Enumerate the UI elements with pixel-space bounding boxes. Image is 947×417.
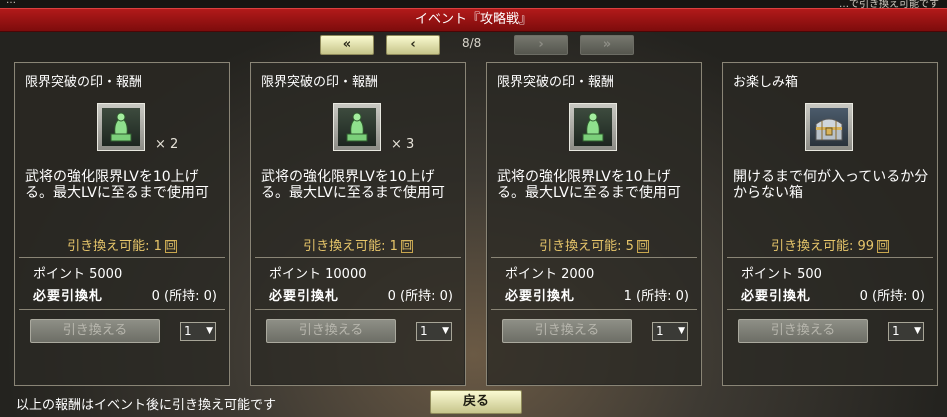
ticket-label: 必要引換札 [741,289,812,304]
reward-card: 限界突破の印・報酬 × 3 武将の強化限界LVを10上げる。最大LVに至るまで使… [250,62,466,386]
first-page-button[interactable]: « [320,35,374,55]
points-cost: ポイント 10000 [269,267,367,282]
reward-title: お楽しみ箱 [733,75,799,90]
quantity-select-value: 1 [892,324,900,338]
exchangeable-label: 引き換え可能: 1 [303,239,398,254]
reward-title: 限界突破の印・報酬 [25,75,143,90]
quantity-select[interactable]: 1 ▼ [180,322,216,341]
divider [727,257,933,258]
times-unit-badge: 回 [877,240,890,253]
back-button[interactable]: 戻る [430,390,522,414]
reward-title: 限界突破の印・報酬 [261,75,379,90]
exchange-button[interactable]: 引き換える [266,319,396,343]
exchange-button[interactable]: 引き換える [502,319,632,343]
quantity-select[interactable]: 1 ▼ [652,322,688,341]
divider [255,309,461,310]
times-unit-badge: 回 [164,240,177,253]
jade-seal-icon [97,103,145,151]
event-title-bar: イベント『攻略戦』 [0,8,947,32]
top-status-strip: … …で引き換え可能です [0,0,947,8]
reward-title: 限界突破の印・報酬 [497,75,615,90]
exchange-button[interactable]: 引き換える [738,319,868,343]
divider [255,257,461,258]
reward-card: お楽しみ箱 開けるまで何が入っているか分からない箱 引き換え可能: 99 回 ポイ… [722,62,938,386]
top-left-text: … [6,0,16,6]
quantity-select-value: 1 [420,324,428,338]
treasure-chest-icon [805,103,853,151]
exchange-button[interactable]: 引き換える [30,319,160,343]
top-right-text: …で引き換え可能です [839,0,939,8]
divider [491,257,697,258]
exchangeable-count: 引き換え可能: 99 回 [723,235,937,254]
divider [19,257,225,258]
jade-seal-icon [569,103,617,151]
points-cost: ポイント 2000 [505,267,595,282]
exchangeable-count: 引き換え可能: 5回 [487,235,701,254]
exchangeable-label: 引き換え可能: 1 [67,239,162,254]
ticket-value: 0 (所持: 0) [387,289,453,304]
page-indicator: 8/8 [462,36,482,50]
last-page-button[interactable]: » [580,35,634,55]
times-unit-badge: 回 [400,240,413,253]
quantity-select[interactable]: 1 ▼ [416,322,452,341]
points-cost: ポイント 5000 [33,267,123,282]
quantity-select-value: 1 [656,324,664,338]
chevron-down-icon: ▼ [678,326,685,336]
exchangeable-count: 引き換え可能: 1回 [251,235,465,254]
footer-note: 以上の報酬はイベント後に引き換え可能です [16,398,277,413]
exchangeable-label: 引き換え可能: 99 [770,239,875,254]
reward-quantity: × 3 [391,137,415,152]
quantity-select[interactable]: 1 ▼ [888,322,924,341]
ticket-label: 必要引換札 [33,289,104,304]
exchangeable-label: 引き換え可能: 5 [539,239,634,254]
reward-description: 開けるまで何が入っているか分からない箱 [733,169,929,201]
chevron-down-icon: ▼ [914,326,921,336]
ticket-value: 1 (所持: 0) [623,289,689,304]
quantity-select-value: 1 [184,324,192,338]
divider [19,309,225,310]
ticket-label: 必要引換札 [269,289,340,304]
jade-seal-icon [333,103,381,151]
chevron-down-icon: ▼ [442,326,449,336]
ticket-value: 0 (所持: 0) [859,289,925,304]
prev-page-button[interactable]: ‹ [386,35,440,55]
reward-card: 限界突破の印・報酬 武将の強化限界LVを10上げる。最大LVに至るまで使用可 引… [486,62,702,386]
reward-description: 武将の強化限界LVを10上げる。最大LVに至るまで使用可 [25,169,209,201]
ticket-value: 0 (所持: 0) [151,289,217,304]
times-unit-badge: 回 [636,240,649,253]
reward-description: 武将の強化限界LVを10上げる。最大LVに至るまで使用可 [261,169,445,201]
chevron-down-icon: ▼ [206,326,213,336]
divider [491,309,697,310]
divider [727,309,933,310]
reward-quantity: × 2 [155,137,179,152]
next-page-button[interactable]: › [514,35,568,55]
ticket-label: 必要引換札 [505,289,576,304]
exchangeable-count: 引き換え可能: 1回 [15,235,229,254]
reward-card: 限界突破の印・報酬 × 2 武将の強化限界LVを10上げる。最大LVに至るまで使… [14,62,230,386]
reward-description: 武将の強化限界LVを10上げる。最大LVに至るまで使用可 [497,169,681,201]
points-cost: ポイント 500 [741,267,822,282]
